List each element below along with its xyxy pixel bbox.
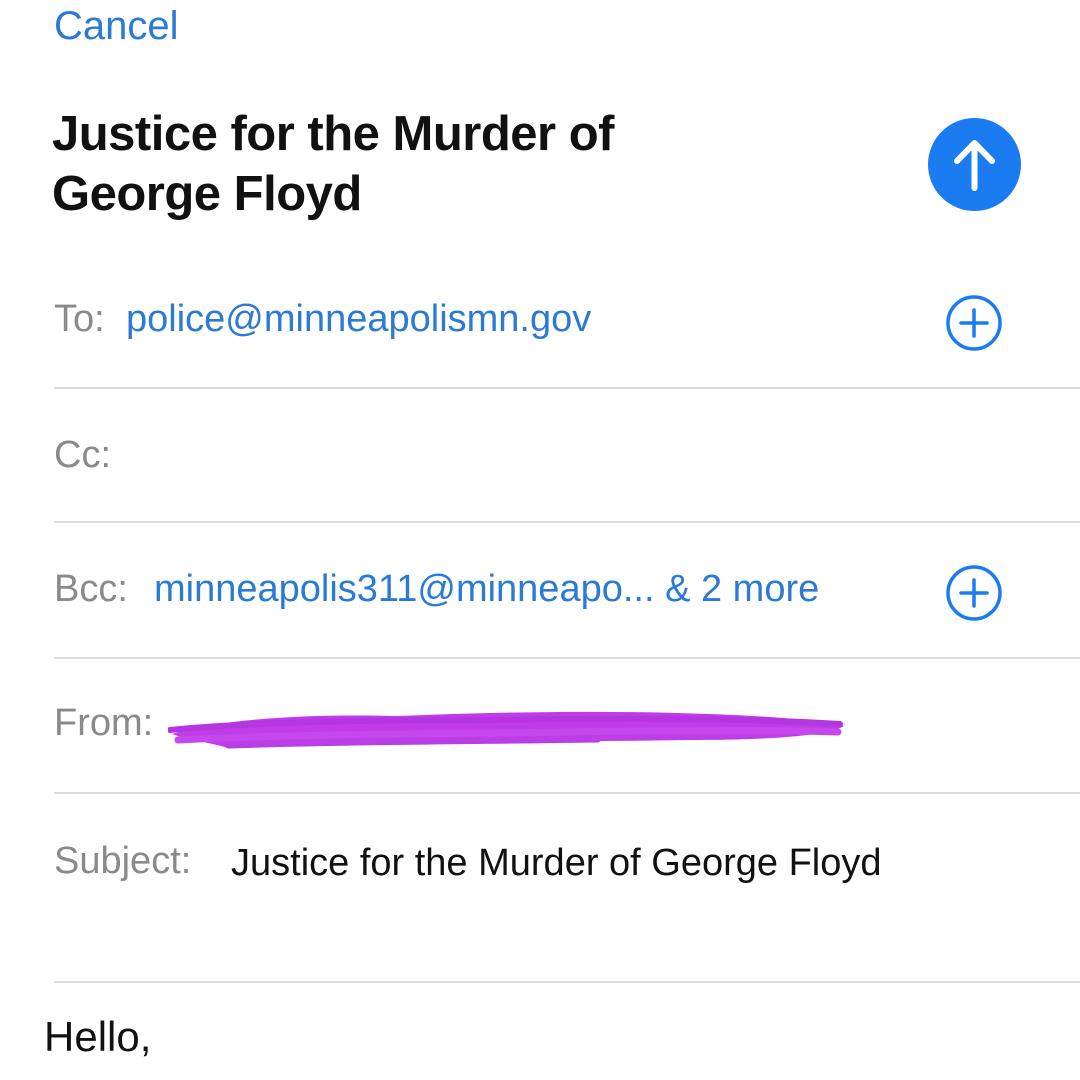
subject-input[interactable]: Justice for the Murder of George Floyd — [231, 838, 931, 888]
bcc-row[interactable]: Bcc: minneapolis311@minneapo... & 2 more — [54, 566, 1080, 616]
bcc-label: Bcc: — [54, 568, 128, 610]
plus-circle-icon — [946, 565, 1002, 621]
divider — [54, 981, 1080, 983]
divider — [54, 792, 1080, 794]
subject-label: Subject: — [54, 840, 192, 882]
to-row[interactable]: To: police@minneapolismn.gov — [54, 296, 1080, 346]
cc-row[interactable]: Cc: — [54, 432, 1080, 482]
from-label: From: — [54, 702, 154, 744]
to-recipient[interactable]: police@minneapolismn.gov — [126, 296, 591, 342]
divider — [54, 521, 1080, 523]
add-bcc-recipient-button[interactable] — [945, 564, 1003, 622]
arrow-up-icon — [954, 140, 995, 191]
to-label: To: — [54, 298, 105, 340]
redaction-scribble — [168, 711, 844, 749]
bcc-recipients[interactable]: minneapolis311@minneapo... & 2 more — [154, 566, 819, 612]
plus-circle-icon — [946, 295, 1002, 351]
divider — [54, 657, 1080, 659]
divider — [54, 387, 1080, 389]
cancel-button[interactable]: Cancel — [54, 2, 179, 50]
message-body[interactable]: Hello, — [44, 1012, 151, 1062]
cc-label: Cc: — [54, 434, 111, 476]
compose-title: Justice for the Murder of George Floyd — [52, 107, 614, 221]
add-to-recipient-button[interactable] — [945, 294, 1003, 352]
send-button[interactable] — [928, 118, 1021, 211]
